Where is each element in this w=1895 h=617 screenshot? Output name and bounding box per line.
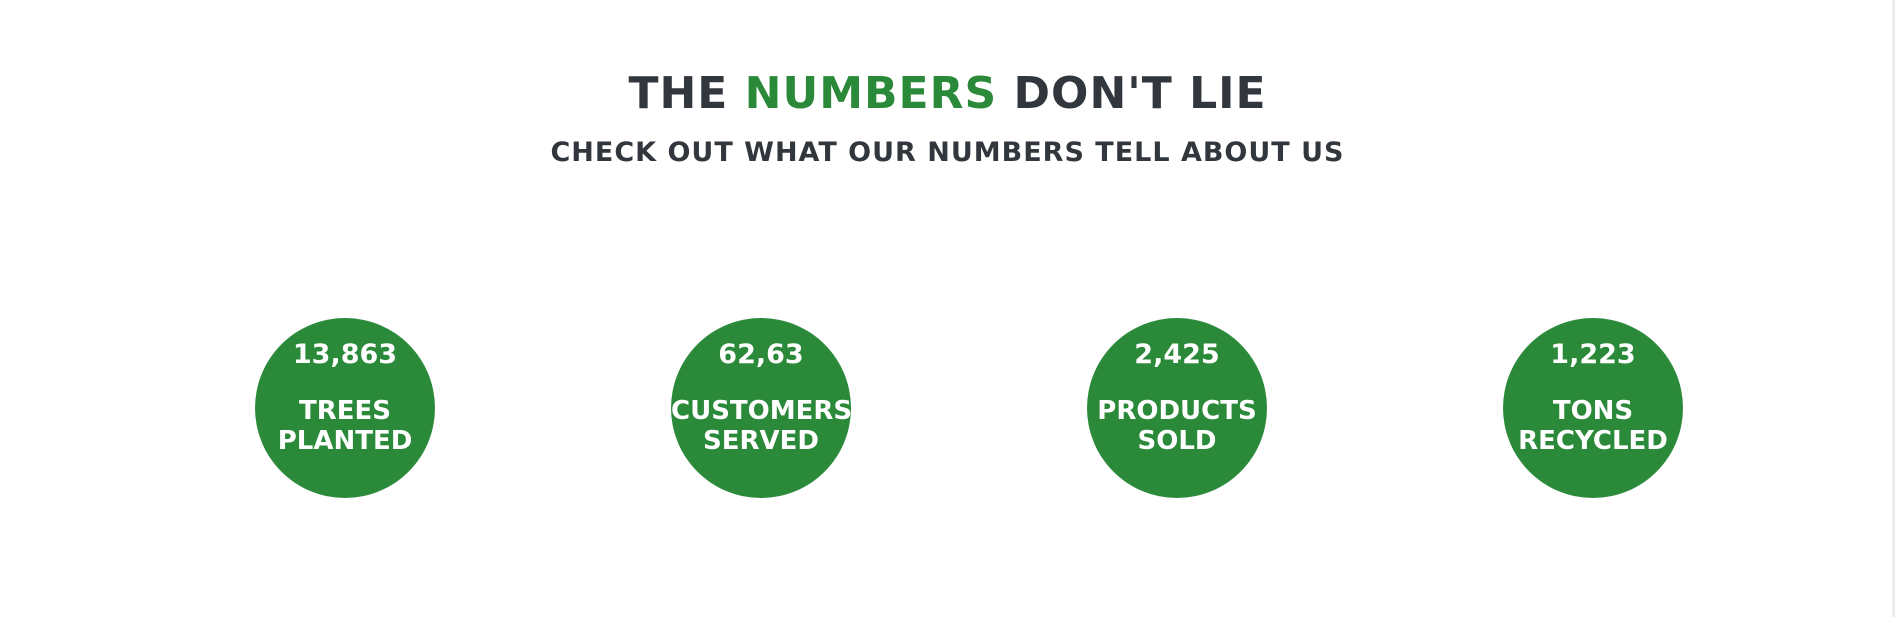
stat-label: TONS RECYCLED bbox=[1503, 396, 1683, 456]
stat-label-line: RECYCLED bbox=[1518, 426, 1668, 456]
stat-label: TREES PLANTED bbox=[255, 396, 435, 456]
stat-label: CUSTOMERS SERVED bbox=[671, 396, 853, 456]
stat-label-line: PRODUCTS bbox=[1097, 396, 1257, 426]
stat-label-line: TREES bbox=[298, 396, 391, 426]
section-title-suffix: DON'T LIE bbox=[1013, 68, 1267, 119]
stat-label-line: PLANTED bbox=[277, 426, 413, 456]
stat-label-line: TONS bbox=[1552, 396, 1634, 426]
stat-value: 13,863 bbox=[292, 339, 398, 370]
stat-label-line: CUSTOMERS bbox=[671, 396, 853, 426]
section-title-accent: NUMBERS bbox=[744, 68, 998, 119]
stat-value: 1,223 bbox=[1550, 339, 1636, 370]
stat-value: 2,425 bbox=[1134, 339, 1220, 370]
stat-trees-planted: 13,863 TREES PLANTED bbox=[255, 318, 435, 498]
section-title-prefix: THE bbox=[628, 68, 729, 119]
stat-products-sold: 2,425 PRODUCTS SOLD bbox=[1087, 318, 1267, 498]
section-subtitle: CHECK OUT WHAT OUR NUMBERS TELL ABOUT US bbox=[550, 137, 1345, 168]
stat-tons-recycled: 1,223 TONS RECYCLED bbox=[1503, 318, 1683, 498]
stat-label-line: SOLD bbox=[1137, 426, 1217, 456]
section-title: THE NUMBERS DON'T LIE bbox=[0, 66, 1895, 122]
stat-value: 62,63 bbox=[718, 339, 804, 370]
stat-label-line: SERVED bbox=[703, 426, 819, 456]
stat-label: PRODUCTS SOLD bbox=[1087, 396, 1267, 456]
stat-customers-served: 62,63 CUSTOMERS SERVED bbox=[671, 318, 853, 498]
numbers-section: THE NUMBERS DON'T LIE CHECK OUT WHAT OUR… bbox=[0, 0, 1895, 617]
